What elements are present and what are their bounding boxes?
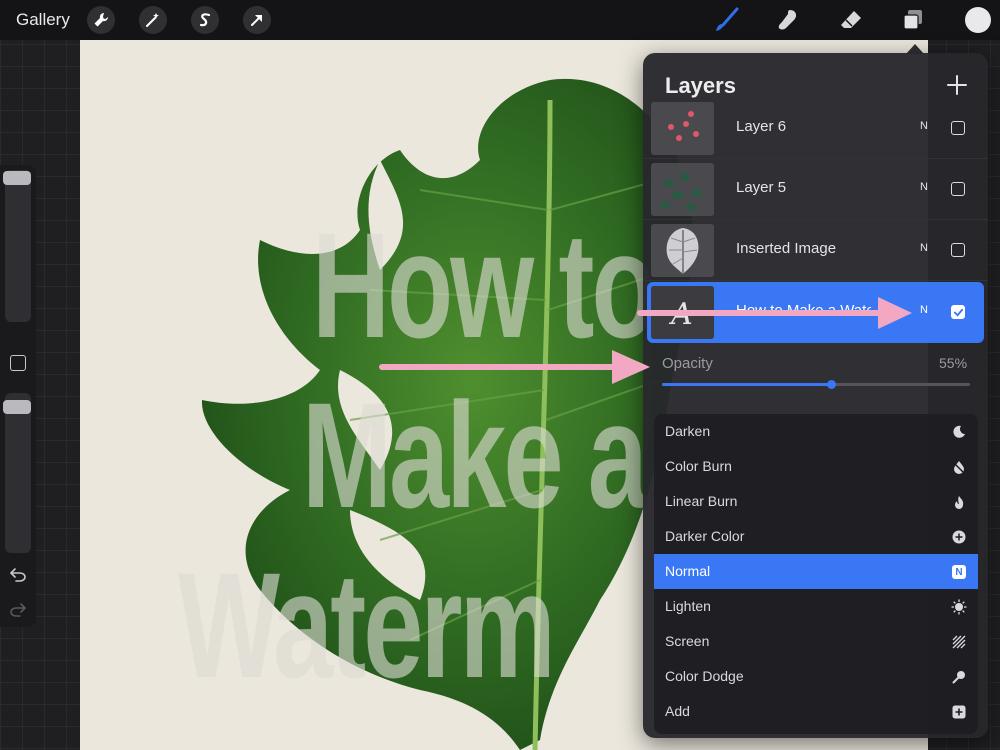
layer-name: Layer 6	[736, 118, 787, 135]
layer-thumbnail	[651, 163, 714, 216]
n-badge-letter: N	[955, 566, 963, 578]
brush-size-thumb[interactable]	[3, 171, 31, 185]
modify-button[interactable]	[10, 355, 26, 371]
blend-mode-label: Lighten	[665, 598, 711, 614]
blend-mode-darker-color[interactable]: Darker Color	[654, 519, 978, 554]
plus-icon	[947, 75, 967, 95]
panel-title: Layers	[665, 73, 736, 98]
blend-mode-button[interactable]: N	[920, 304, 928, 316]
blend-mode-button[interactable]: N	[920, 181, 928, 193]
top-toolbar: Gallery	[0, 0, 1000, 40]
procreate-app: How to Make a Waterm Gallery Layers Laye…	[0, 0, 1000, 750]
blend-mode-label: Darken	[665, 423, 711, 439]
blend-mode-darken[interactable]: Darken	[654, 414, 978, 449]
layer-row-inserted-image[interactable]: Inserted Image N	[643, 220, 988, 281]
left-sidebar	[0, 165, 36, 627]
layer-visibility-checkbox[interactable]	[951, 243, 965, 257]
layer-thumbnail	[651, 102, 714, 155]
gallery-button[interactable]: Gallery	[16, 10, 70, 30]
layer-row-how-to-make-a-watermark[interactable]: A How to Make a Watermark N	[647, 282, 984, 343]
redo-icon	[10, 603, 26, 617]
opacity-label: Opacity	[662, 355, 713, 372]
checkmark-icon	[953, 308, 963, 317]
blend-mode-label: Darker Color	[665, 528, 745, 544]
wrench-icon	[94, 12, 109, 27]
flame-icon	[951, 494, 967, 510]
blend-mode-label: Color Burn	[665, 458, 732, 474]
opacity-slider[interactable]	[5, 393, 31, 553]
blend-mode-color-dodge[interactable]: Color Dodge	[654, 659, 978, 694]
watermark-line-3: Waterm	[178, 541, 556, 709]
opacity-value: 55%	[939, 355, 968, 371]
opacity-thumb[interactable]	[3, 400, 31, 414]
blend-mode-button[interactable]: N	[920, 242, 928, 254]
layers-button[interactable]	[898, 5, 928, 35]
layer-visibility-checkbox[interactable]	[951, 305, 965, 319]
layer-visibility-checkbox[interactable]	[951, 182, 965, 196]
blend-mode-list: Darken Color Burn Linear Burn Darker Col…	[654, 414, 978, 734]
layer-name: Inserted Image	[736, 240, 837, 257]
layer-row-layer-6[interactable]: Layer 6 N	[643, 98, 988, 159]
blend-mode-label: Color Dodge	[665, 668, 744, 684]
layers-icon	[903, 10, 922, 30]
actions-button[interactable]	[87, 6, 115, 34]
brush-button[interactable]	[712, 5, 742, 35]
redo-button[interactable]	[9, 602, 27, 623]
eraser-icon	[841, 11, 861, 28]
n-badge-icon: N	[952, 565, 966, 579]
undo-icon	[10, 568, 26, 582]
blend-mode-lighten[interactable]: Lighten	[654, 589, 978, 624]
sun-icon	[951, 599, 967, 615]
smudge-icon	[778, 10, 797, 30]
layer-visibility-checkbox[interactable]	[951, 121, 965, 135]
add-layer-button[interactable]	[943, 71, 971, 99]
selection-s-icon	[199, 13, 211, 27]
layer-name: Layer 5	[736, 179, 787, 196]
blend-mode-color-burn[interactable]: Color Burn	[654, 449, 978, 484]
plus-circle-icon	[951, 529, 967, 545]
dodge-icon	[951, 669, 967, 685]
blend-mode-button[interactable]: N	[920, 120, 928, 132]
watermark-line-2: Make a	[302, 371, 648, 539]
blend-mode-label: Normal	[665, 563, 711, 579]
selection-button[interactable]	[191, 6, 219, 34]
opacity-fill	[662, 383, 832, 386]
layer-thumbnail	[651, 224, 714, 277]
moon-icon	[951, 424, 967, 440]
layer-row-layer-5[interactable]: Layer 5 N	[643, 159, 988, 220]
blend-mode-label: Linear Burn	[665, 493, 738, 509]
blend-mode-screen[interactable]: Screen	[654, 624, 978, 659]
plus-square-icon	[951, 704, 967, 720]
blend-mode-linear-burn[interactable]: Linear Burn	[654, 484, 978, 519]
eraser-button[interactable]	[836, 5, 866, 35]
transform-button[interactable]	[243, 6, 271, 34]
watermark-line-1: How to	[312, 201, 658, 369]
brush-size-slider[interactable]	[5, 170, 31, 322]
undo-button[interactable]	[9, 567, 27, 588]
color-picker-button[interactable]	[965, 7, 991, 33]
layer-opacity-slider[interactable]	[662, 380, 970, 389]
blend-mode-add[interactable]: Add	[654, 694, 978, 729]
magic-wand-icon	[146, 13, 159, 27]
brush-icon	[716, 7, 739, 31]
svg-text:A: A	[668, 297, 693, 332]
hatch-icon	[951, 634, 967, 650]
blend-mode-normal[interactable]: Normal N	[654, 554, 978, 589]
layers-panel: Layers Layer 6 N Layer 5 N Inserted Imag…	[643, 53, 988, 738]
blend-mode-label: Screen	[665, 633, 710, 649]
smudge-button[interactable]	[773, 5, 803, 35]
transform-arrow-icon	[251, 15, 262, 26]
flame-drop-icon	[951, 459, 967, 475]
adjustments-button[interactable]	[139, 6, 167, 34]
layer-thumbnail: A	[651, 286, 714, 339]
opacity-knob[interactable]	[827, 380, 837, 389]
blend-mode-label: Add	[665, 703, 690, 719]
layer-name: How to Make a Watermark	[736, 302, 871, 319]
